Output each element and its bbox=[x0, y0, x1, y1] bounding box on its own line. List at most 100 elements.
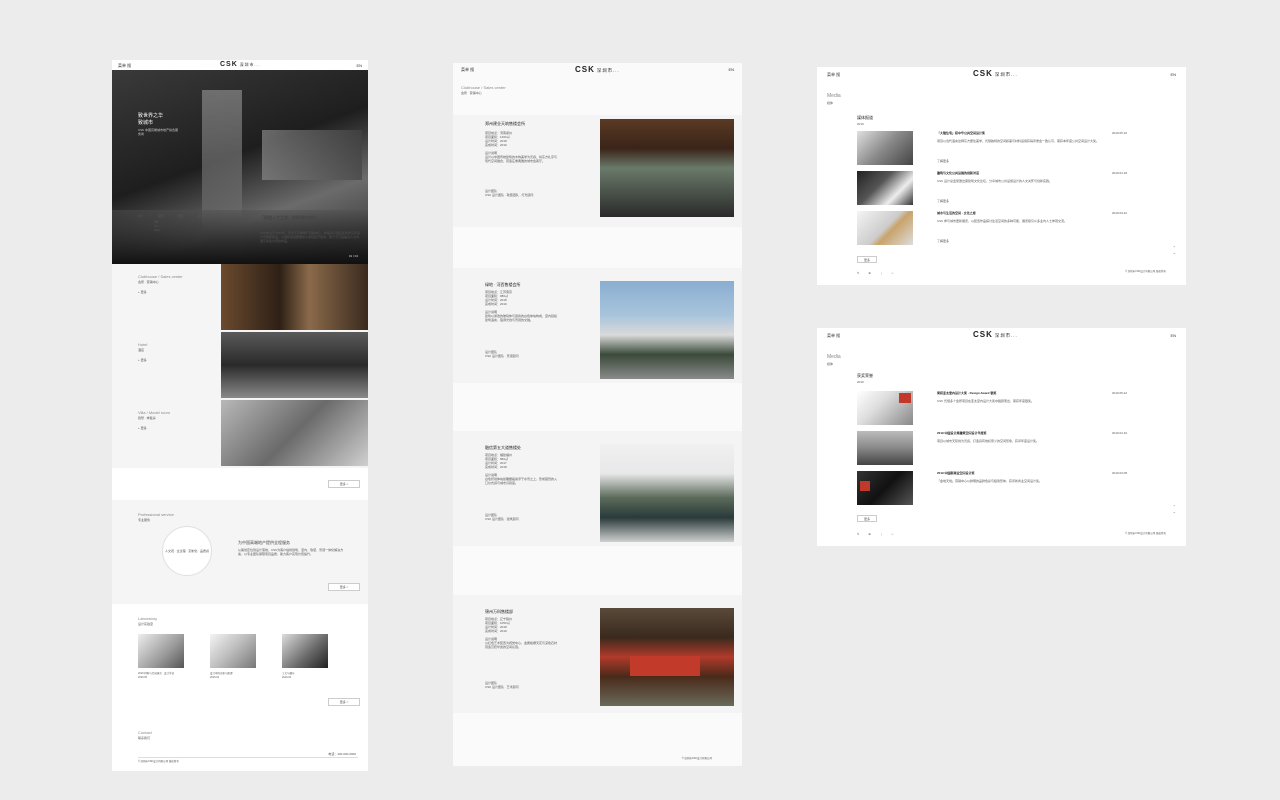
media2-logo[interactable]: CSK 深圳市... bbox=[973, 330, 1018, 339]
list-nav-left[interactable]: 菜单 搜 bbox=[461, 67, 474, 73]
media-more-link[interactable]: 了解更多 bbox=[937, 239, 949, 243]
project-meta: 完成时间：2018 bbox=[485, 465, 507, 469]
media-item[interactable]: 2019 中国设计周建筑空间设计年度奖 2019.04.16 项目以城市天际线为… bbox=[857, 431, 1127, 467]
contact-title-cn: 联系我们 bbox=[138, 736, 151, 740]
home-nav-left[interactable]: 菜单 搜 bbox=[118, 63, 131, 69]
cat-title-en: Villa / Model room bbox=[138, 410, 170, 415]
contact-title-en: Contact bbox=[138, 730, 152, 735]
media-item[interactable]: 建筑与文化公共设施的创新对话 2019.04.18 CSK 设计总监受邀出席建筑… bbox=[857, 171, 1127, 207]
media2-nav-right[interactable]: EN bbox=[1170, 333, 1176, 338]
project-name: 郑州建业天筑售楼会所 bbox=[485, 121, 525, 126]
cat-clubhouse-image bbox=[221, 264, 368, 330]
media1-pager-button[interactable]: 更多 bbox=[857, 256, 877, 263]
media-board-1: 菜单 搜 CSK 深圳市... EN Media 媒体 媒体报道 2019 「大隐… bbox=[817, 67, 1186, 285]
project-team: CSK 设计团队 · 软装团队 · 灯光顾问 bbox=[485, 193, 534, 197]
list-footer: © 深圳市CSK设计有限公司 bbox=[681, 757, 712, 760]
project-meta: 完成时间：2019 bbox=[485, 629, 507, 633]
cat-villa[interactable]: Villa / Model room 别墅 · 样板房 + 更多 bbox=[112, 400, 368, 466]
lab-card[interactable]: 2019 材料与空间研究 · 设计手记 2019.05 bbox=[138, 634, 184, 680]
media1-nav-left[interactable]: 菜单 搜 bbox=[827, 72, 840, 78]
cat-hotel-image bbox=[221, 332, 368, 398]
project-name: 锦州万科售楼部 bbox=[485, 609, 513, 614]
lab-card[interactable]: 设计中的光影与肌理 2019.04 bbox=[210, 634, 256, 680]
project-card[interactable]: 绿地 · 河西售楼会所 项目地点：江苏南京 项目面积：980㎡ 设计时间：201… bbox=[453, 268, 742, 383]
project-desc: 建筑以通透的玻璃体与层叠的白色体块构成，室内延续建筑语言，强调光线与景观的交融。 bbox=[485, 314, 558, 322]
media2-section-sub: 2019 bbox=[857, 380, 864, 384]
project-card[interactable]: 融信第五大道售楼处 项目地点：福建福州 项目面积：860㎡ 设计时间：2017 … bbox=[453, 431, 742, 546]
media2-title-en: Media bbox=[827, 354, 841, 360]
project-desc: 以红色艺术装置为视觉中心，金属格栅天花与深色石材营造沉稳华贵的空间氛围。 bbox=[485, 641, 558, 649]
cat-more-button[interactable]: 更多 > bbox=[328, 480, 360, 488]
media1-logo[interactable]: CSK 深圳市... bbox=[973, 69, 1018, 78]
tab-honor[interactable]: 荣誉 bbox=[198, 214, 204, 218]
media-item[interactable]: 城市与生活的空间 · 文化之旅 2019.03.22 CSK 参与城市更新展览，… bbox=[857, 211, 1127, 247]
media-date: 2019.05.22 bbox=[1111, 391, 1127, 395]
cat-hotel[interactable]: Hotel 酒店 + 更多 bbox=[112, 332, 368, 398]
media2-pager-button[interactable]: 更多 bbox=[857, 515, 877, 522]
media-thumb bbox=[857, 391, 913, 425]
tab-intro[interactable]: 简介 bbox=[138, 214, 144, 218]
home-footer: © 深圳市CSK设计有限公司 版权所有 bbox=[138, 760, 179, 763]
list-title-en: Clubhouse / Sales center bbox=[461, 85, 506, 90]
pro-more-button[interactable]: 更多 > bbox=[328, 583, 360, 591]
contact-phone[interactable]: 电话：400-000-0000 bbox=[328, 752, 356, 756]
media1-section-sub: 2019 bbox=[857, 122, 864, 126]
cat-title-cn: 别墅 · 样板房 bbox=[138, 416, 156, 420]
tab-contact[interactable]: 联系 bbox=[218, 214, 224, 218]
lab-card[interactable]: 工艺与细节 2019.03 bbox=[282, 634, 328, 680]
project-card[interactable]: 锦州万科售楼部 项目地点：辽宁锦州 项目面积：1050㎡ 设计时间：2018 完… bbox=[453, 595, 742, 713]
media-item[interactable]: 2019 中国新商业空间设计奖 2019.03.08 「金地天悦」营销中心以鲜明… bbox=[857, 471, 1127, 507]
cat-title-en: Hotel bbox=[138, 342, 148, 347]
project-desc: 白色折线体块如雕塑般悬浮于水景之上，形成强烈的入口仪式感与城市识别度。 bbox=[485, 477, 558, 485]
list-nav-right[interactable]: EN bbox=[728, 67, 734, 72]
project-card[interactable]: 郑州建业天筑售楼会所 项目地点：河南郑州 项目面积：1200㎡ 设计时间：201… bbox=[453, 115, 742, 227]
media2-nav-left[interactable]: 菜单 搜 bbox=[827, 333, 840, 339]
cat-title-cn: 酒店 bbox=[138, 348, 145, 352]
media1-share-icons[interactable]: ✎ ⊕ ⋮ ⌂ bbox=[857, 271, 897, 275]
media-title: 2019 中国设计周建筑空间设计年度奖 bbox=[937, 431, 987, 435]
hero-text: CSK 中国高端城市地产综合服务商 bbox=[138, 128, 179, 136]
project-team: CSK 设计团队 · 艺术顾问 bbox=[485, 685, 519, 689]
cat-villa-image bbox=[221, 400, 368, 466]
tab-idea[interactable]: 理念 bbox=[158, 214, 164, 218]
tab-team[interactable]: 团队 bbox=[178, 214, 184, 218]
media-text: CSK 设计总监受邀出席建筑文化论坛，分享城市公共设施设计的人文关怀与创新实践。 bbox=[937, 179, 1053, 183]
media2-share-icons[interactable]: ✎ ⊕ ⋮ ⌂ bbox=[857, 532, 897, 536]
media2-scroll-arrows[interactable]: ⌃ ⌄ bbox=[1173, 504, 1176, 514]
pro-title-en: Professional service bbox=[138, 512, 174, 517]
lab-title-cn: 设计实验室 bbox=[138, 622, 154, 626]
media1-section: 媒体报道 bbox=[857, 115, 873, 120]
home-logo[interactable]: CSK 深圳市... bbox=[220, 61, 261, 68]
hero-title-2: 致城市 bbox=[138, 120, 154, 126]
list-title-cn: 会所 · 营销中心 bbox=[461, 91, 482, 95]
media-title: 2019 中国新商业空间设计奖 bbox=[937, 471, 975, 475]
lab-image bbox=[210, 634, 256, 668]
media1-scroll-arrows[interactable]: ⌃ ⌄ bbox=[1173, 245, 1176, 255]
media-title: 建筑与文化公共设施的创新对话 bbox=[937, 171, 980, 175]
media1-nav-right[interactable]: EN bbox=[1170, 72, 1176, 77]
lab-title-en: Laboratory bbox=[138, 616, 158, 621]
media-item[interactable]: 荣获亚太室内设计大奖 · Design Award 银奖 2019.05.22 … bbox=[857, 391, 1127, 427]
media-more-link[interactable]: 了解更多 bbox=[937, 199, 949, 203]
media-more-link[interactable]: 了解更多 bbox=[937, 159, 949, 163]
media-date: 2019.05.10 bbox=[1111, 131, 1127, 135]
project-team: CSK 设计团队 · 景观顾问 bbox=[485, 354, 519, 358]
media-date: 2019.03.08 bbox=[1111, 471, 1127, 475]
hero-pager[interactable]: 01 / 04 bbox=[349, 254, 358, 258]
media-text: CSK 凭借多个会所项目在亚太室内设计大奖中脱颖而出，荣获年度银奖。 bbox=[937, 399, 1035, 403]
media-item[interactable]: 「大隐住宅」获中华公共空间设计奖 2019.05.10 项目以当代语言诠释东方居… bbox=[857, 131, 1127, 167]
cat-clubhouse[interactable]: Clubhouse / Sales center 会所 · 营销中心 + 更多 bbox=[112, 264, 368, 330]
cat-more-link[interactable]: + 更多 bbox=[138, 358, 147, 362]
project-desc: 设计以中国传统建筑的木构美学为灵感，将东方礼序与现代空间融合，营造庄重典雅的城市… bbox=[485, 155, 558, 163]
media-text: 项目以城市天际线为灵感，打造具有地标意义的空间形象，获评年度设计奖。 bbox=[937, 439, 1040, 443]
pro-title-cn: 专业服务 bbox=[138, 518, 151, 522]
cat-more-link[interactable]: + 更多 bbox=[138, 290, 147, 294]
lab-more-button[interactable]: 更多 > bbox=[328, 698, 360, 706]
project-name: 融信第五大道售楼处 bbox=[485, 445, 521, 450]
cat-more-link[interactable]: + 更多 bbox=[138, 426, 147, 430]
list-logo[interactable]: CSK 深圳市... bbox=[575, 65, 620, 74]
media-date: 2019.04.16 bbox=[1111, 431, 1127, 435]
media1-title-en: Media bbox=[827, 93, 841, 99]
lab-image bbox=[138, 634, 184, 668]
home-nav-right[interactable]: EN bbox=[356, 63, 362, 68]
